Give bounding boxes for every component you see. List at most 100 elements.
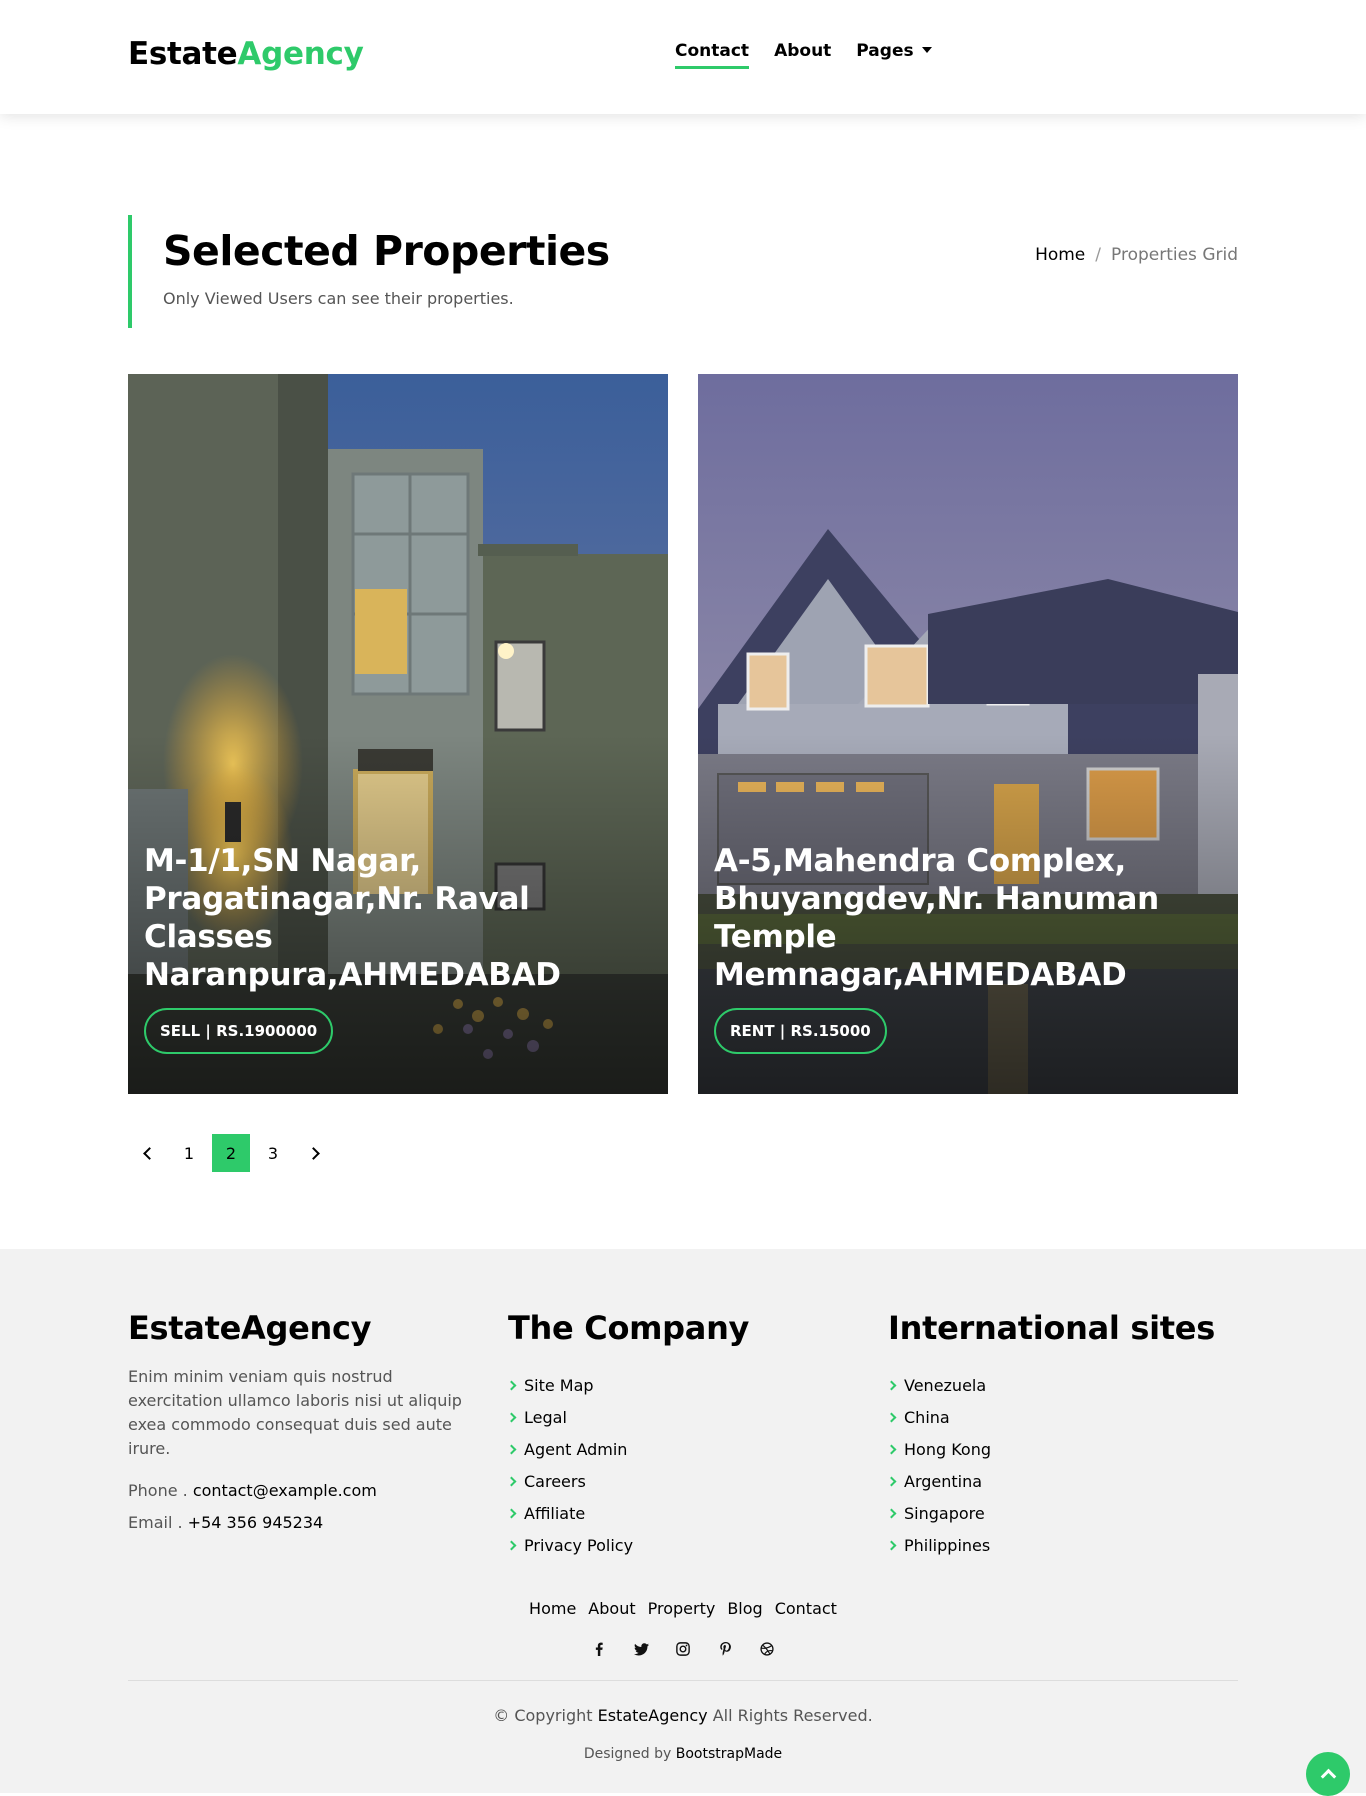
chevron-right-icon bbox=[506, 1476, 517, 1486]
footer-link-argentina[interactable]: Argentina bbox=[886, 1465, 1215, 1497]
footer: EstateAgency Enim minim veniam quis nost… bbox=[0, 1249, 1366, 1793]
page-link-active[interactable]: 2 bbox=[212, 1134, 250, 1172]
footer-link-privacy-policy[interactable]: Privacy Policy bbox=[506, 1529, 749, 1561]
phone-value[interactable]: contact@example.com bbox=[193, 1481, 377, 1500]
copyright: © Copyright EstateAgency All Rights Rese… bbox=[128, 1706, 1238, 1725]
properties-grid: M-1/1,SN Nagar, Pragatinagar,Nr. Raval C… bbox=[0, 374, 1366, 1172]
twitter-icon[interactable] bbox=[631, 1639, 651, 1659]
footer-company-title: The Company bbox=[508, 1309, 750, 1347]
footer-nav-home[interactable]: Home bbox=[529, 1599, 576, 1618]
card-info: A-5,Mahendra Complex, Bhuyangdev,Nr. Han… bbox=[714, 842, 1222, 1054]
copyright-suffix: All Rights Reserved. bbox=[712, 1706, 873, 1725]
chevron-right-icon bbox=[506, 1444, 517, 1454]
nav-pages-label: Pages bbox=[856, 41, 914, 61]
chevron-right-icon bbox=[886, 1476, 897, 1486]
card-info: M-1/1,SN Nagar, Pragatinagar,Nr. Raval C… bbox=[144, 842, 652, 1054]
address-line: Bhuyangdev,Nr. Hanuman bbox=[714, 881, 1159, 917]
address-line: M-1/1,SN Nagar, bbox=[144, 843, 421, 879]
email-value[interactable]: +54 356 945234 bbox=[188, 1513, 324, 1532]
footer-link-site-map[interactable]: Site Map bbox=[506, 1369, 749, 1401]
nav-contact[interactable]: Contact bbox=[675, 41, 750, 69]
footer-nav-about[interactable]: About bbox=[588, 1599, 635, 1618]
property-address[interactable]: A-5,Mahendra Complex, Bhuyangdev,Nr. Han… bbox=[714, 842, 1222, 994]
footer-about-title: EstateAgency bbox=[128, 1309, 372, 1347]
breadcrumb: Home / Properties Grid bbox=[1035, 245, 1238, 265]
facebook-icon[interactable] bbox=[589, 1639, 609, 1659]
footer-link-label: Argentina bbox=[904, 1471, 983, 1491]
chevron-right-icon bbox=[506, 1540, 517, 1550]
dribbble-icon[interactable] bbox=[757, 1639, 777, 1659]
chevron-right-icon bbox=[886, 1540, 897, 1550]
address-line: Memnagar,AHMEDABAD bbox=[714, 957, 1127, 993]
chevron-left-icon bbox=[142, 1146, 156, 1160]
brand-accent: Agency bbox=[237, 36, 364, 72]
footer-about: EstateAgency Enim minim veniam quis nost… bbox=[128, 1309, 478, 1539]
chevron-right-icon bbox=[886, 1380, 897, 1390]
address-line: Pragatinagar,Nr. Raval Classes bbox=[144, 881, 530, 955]
footer-social bbox=[128, 1639, 1238, 1659]
footer-link-label: Venezuela bbox=[904, 1375, 987, 1395]
footer-link-label: Philippines bbox=[904, 1535, 991, 1555]
chevron-right-icon bbox=[506, 1508, 517, 1518]
pinterest-icon[interactable] bbox=[715, 1639, 735, 1659]
footer-link-legal[interactable]: Legal bbox=[506, 1401, 749, 1433]
chevron-right-icon bbox=[886, 1444, 897, 1454]
footer-link-label: Privacy Policy bbox=[524, 1535, 634, 1555]
nav-pages-dropdown[interactable]: Pages bbox=[856, 41, 932, 67]
footer-divider bbox=[128, 1680, 1238, 1681]
property-card[interactable]: A-5,Mahendra Complex, Bhuyangdev,Nr. Han… bbox=[698, 374, 1238, 1094]
footer-link-label: Careers bbox=[524, 1471, 586, 1491]
footer-nav-property[interactable]: Property bbox=[648, 1599, 716, 1618]
instagram-icon[interactable] bbox=[673, 1639, 693, 1659]
footer-link-china[interactable]: China bbox=[886, 1401, 1215, 1433]
page-title: Selected Properties bbox=[163, 227, 610, 275]
page-link[interactable]: 1 bbox=[170, 1134, 208, 1172]
back-to-top-button[interactable] bbox=[1306, 1752, 1350, 1796]
footer-link-affiliate[interactable]: Affiliate bbox=[506, 1497, 749, 1529]
designed-by-link[interactable]: BootstrapMade bbox=[676, 1746, 782, 1762]
chevron-right-icon bbox=[886, 1508, 897, 1518]
breadcrumb-home[interactable]: Home bbox=[1035, 245, 1085, 265]
chevron-up-icon bbox=[1320, 1768, 1336, 1785]
property-address[interactable]: M-1/1,SN Nagar, Pragatinagar,Nr. Raval C… bbox=[144, 842, 652, 994]
price-badge[interactable]: SELL | RS.1900000 bbox=[144, 1008, 334, 1054]
email-label: Email . bbox=[128, 1513, 183, 1532]
brand-logo[interactable]: EstateAgency bbox=[128, 36, 364, 72]
footer-link-singapore[interactable]: Singapore bbox=[886, 1497, 1215, 1529]
footer-nav: Home About Property Blog Contact bbox=[128, 1599, 1238, 1618]
chevron-right-icon bbox=[506, 1412, 517, 1422]
page-subtitle: Only Viewed Users can see their properti… bbox=[163, 289, 514, 308]
phone-label: Phone . bbox=[128, 1481, 188, 1500]
footer-link-hong-kong[interactable]: Hong Kong bbox=[886, 1433, 1215, 1465]
price-badge[interactable]: RENT | RS.15000 bbox=[714, 1008, 887, 1054]
footer-link-philippines[interactable]: Philippines bbox=[886, 1529, 1215, 1561]
chevron-right-icon bbox=[306, 1146, 320, 1160]
address-line: Naranpura,AHMEDABAD bbox=[144, 957, 561, 993]
footer-nav-blog[interactable]: Blog bbox=[727, 1599, 762, 1618]
footer-nav-contact[interactable]: Contact bbox=[775, 1599, 837, 1618]
page-link[interactable]: 3 bbox=[254, 1134, 292, 1172]
address-line: Temple bbox=[714, 919, 837, 955]
footer-link-agent-admin[interactable]: Agent Admin bbox=[506, 1433, 749, 1465]
designed-by: Designed by BootstrapMade bbox=[128, 1746, 1238, 1762]
prev-page-button[interactable] bbox=[128, 1134, 166, 1172]
brand-main: Estate bbox=[128, 36, 238, 72]
footer-link-careers[interactable]: Careers bbox=[506, 1465, 749, 1497]
footer-contact: Phone . contact@example.com Email . +54 … bbox=[128, 1475, 478, 1539]
footer-international-title: International sites bbox=[888, 1309, 1215, 1347]
footer-link-label: Affiliate bbox=[524, 1503, 586, 1523]
pagination: 1 2 3 bbox=[128, 1134, 1238, 1172]
chevron-right-icon bbox=[886, 1412, 897, 1422]
nav-about[interactable]: About bbox=[774, 41, 831, 67]
address-line: A-5,Mahendra Complex, bbox=[714, 843, 1126, 879]
nav-links: Contact About Pages bbox=[675, 41, 932, 69]
copyright-prefix: © Copyright bbox=[493, 1706, 593, 1725]
next-page-button[interactable] bbox=[296, 1134, 334, 1172]
footer-link-label: Site Map bbox=[524, 1375, 594, 1395]
property-card[interactable]: M-1/1,SN Nagar, Pragatinagar,Nr. Raval C… bbox=[128, 374, 668, 1094]
footer-link-label: China bbox=[904, 1407, 950, 1427]
footer-link-venezuela[interactable]: Venezuela bbox=[886, 1369, 1215, 1401]
navbar: EstateAgency Contact About Pages bbox=[0, 0, 1366, 114]
footer-link-label: Agent Admin bbox=[524, 1439, 628, 1459]
footer-company: The Company Site Map Legal Agent Admin C… bbox=[506, 1309, 750, 1561]
